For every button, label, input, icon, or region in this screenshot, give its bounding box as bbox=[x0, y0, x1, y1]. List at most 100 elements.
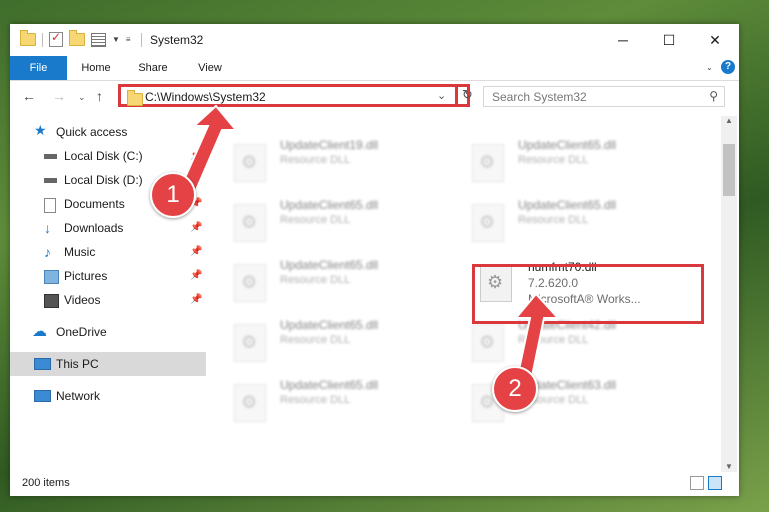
document-icon bbox=[44, 198, 56, 213]
details-view-icon[interactable] bbox=[690, 476, 704, 490]
address-divider bbox=[455, 87, 458, 104]
sidebar-item-label: Downloads bbox=[64, 221, 124, 235]
dll-file-icon bbox=[472, 144, 504, 182]
file-description: Resource DLL bbox=[280, 154, 351, 166]
window-title: System32 bbox=[150, 33, 204, 47]
scroll-up-icon[interactable]: ▲ bbox=[725, 116, 733, 125]
star-icon: ★ bbox=[34, 122, 47, 138]
file-description: Resource DLL bbox=[518, 154, 589, 166]
folder-icon[interactable] bbox=[20, 30, 36, 46]
list-item[interactable]: UpdateClient19.dll Resource DLL bbox=[218, 136, 448, 186]
step-1-badge: 1 bbox=[150, 172, 196, 218]
sidebar-item-label: Pictures bbox=[64, 269, 108, 283]
sidebar-item-this-pc[interactable]: This PC bbox=[10, 352, 206, 376]
list-item[interactable]: UpdateClient65.dll Resource DLL bbox=[456, 136, 686, 186]
pin-icon[interactable]: 📌 bbox=[190, 264, 202, 288]
sidebar-item-videos[interactable]: Videos 📌 bbox=[10, 288, 206, 312]
file-list: UpdateClient19.dll Resource DLL UpdateCl… bbox=[218, 116, 722, 472]
quick-access-toolbar: ▼ ≡ bbox=[20, 30, 131, 47]
file-name: UpdateClient65.dll bbox=[280, 318, 379, 332]
minimize-icon: ─ bbox=[618, 32, 628, 48]
title-divider bbox=[141, 33, 142, 47]
music-icon: ♪ bbox=[44, 244, 51, 260]
navigation-bar: ← → ⌄ ↑ C:\Windows\System32 ⌄ ↻ Search S… bbox=[10, 82, 739, 112]
search-box[interactable]: Search System32 ⚲ bbox=[483, 86, 725, 107]
list-item[interactable]: UpdateClient65.dll Resource DLL bbox=[218, 316, 448, 366]
list-item[interactable]: UpdateClient65.dll Resource DLL bbox=[218, 196, 448, 246]
drive-icon bbox=[44, 154, 57, 159]
item-count: 200 items bbox=[22, 477, 70, 489]
sidebar-item-label: Local Disk (C:) bbox=[64, 149, 143, 163]
customize-toolbar-icon[interactable]: ≡ bbox=[126, 35, 131, 44]
download-icon: ↓ bbox=[44, 220, 51, 236]
tab-view[interactable]: View bbox=[188, 56, 232, 80]
sidebar-item-label: Videos bbox=[64, 293, 101, 307]
sidebar-item-network[interactable]: Network bbox=[10, 384, 206, 408]
list-item[interactable]: UpdateClient65.dll Resource DLL bbox=[456, 196, 686, 246]
file-name: UpdateClient65.dll bbox=[280, 378, 379, 392]
scroll-down-icon[interactable]: ▼ bbox=[725, 462, 733, 471]
tab-home[interactable]: Home bbox=[74, 56, 118, 80]
back-icon[interactable]: ← bbox=[22, 88, 36, 104]
sidebar-item-label: Local Disk (D:) bbox=[64, 173, 143, 187]
ribbon: File Home Share View ⌄ ? bbox=[10, 56, 739, 81]
list-item[interactable]: UpdateClient65.dll Resource DLL bbox=[218, 256, 448, 306]
expand-ribbon-icon[interactable]: ⌄ bbox=[706, 63, 713, 72]
close-button[interactable]: ✕ bbox=[692, 24, 738, 56]
maximize-icon: ☐ bbox=[662, 31, 676, 48]
file-name: UpdateClient65.dll bbox=[280, 198, 379, 212]
vertical-scrollbar[interactable]: ▲ ▼ bbox=[721, 116, 737, 472]
new-folder-icon[interactable] bbox=[69, 30, 85, 46]
step-2-badge: 2 bbox=[492, 366, 538, 412]
videos-icon bbox=[44, 294, 59, 308]
properties-icon[interactable] bbox=[91, 32, 106, 47]
list-item[interactable]: UpdateClient65.dll Resource DLL bbox=[218, 376, 448, 426]
dll-file-icon bbox=[472, 204, 504, 242]
scrollbar-thumb[interactable] bbox=[723, 144, 735, 196]
file-description: Resource DLL bbox=[280, 334, 351, 346]
sidebar-item-pictures[interactable]: Pictures 📌 bbox=[10, 264, 206, 288]
help-icon[interactable]: ? bbox=[721, 60, 735, 74]
close-icon: ✕ bbox=[709, 31, 721, 48]
chevron-down-icon[interactable]: ▼ bbox=[112, 35, 120, 44]
file-description: Resource DLL bbox=[280, 394, 351, 406]
network-icon bbox=[34, 390, 51, 402]
tab-share[interactable]: Share bbox=[130, 56, 176, 80]
file-name: UpdateClient65.dll bbox=[280, 258, 379, 272]
recent-locations-icon[interactable]: ⌄ bbox=[78, 92, 86, 103]
chevron-down-icon[interactable]: ⌄ bbox=[437, 89, 446, 102]
sidebar-item-label: Music bbox=[64, 245, 96, 259]
search-icon[interactable]: ⚲ bbox=[709, 89, 718, 103]
explorer-window: ▼ ≡ System32 ─ ☐ ✕ File Home Share View … bbox=[10, 24, 739, 496]
dll-file-icon bbox=[234, 264, 266, 302]
cloud-icon: ☁ bbox=[32, 323, 47, 340]
file-name: UpdateClient65.dll bbox=[518, 198, 617, 212]
sidebar-item-music[interactable]: ♪ Music 📌 bbox=[10, 240, 206, 264]
file-description: Resource DLL bbox=[518, 214, 589, 226]
minimize-button[interactable]: ─ bbox=[600, 24, 646, 56]
properties-check-icon[interactable] bbox=[49, 30, 63, 47]
pin-icon[interactable]: 📌 bbox=[190, 288, 202, 312]
toolbar-divider bbox=[42, 32, 43, 47]
drive-icon bbox=[44, 178, 57, 183]
sidebar-item-label: Network bbox=[56, 389, 101, 403]
dll-file-icon bbox=[234, 324, 266, 362]
list-item[interactable]: UpdateClient63.dll Resource DLL bbox=[456, 376, 686, 426]
forward-icon[interactable]: → bbox=[52, 88, 66, 104]
maximize-button[interactable]: ☐ bbox=[646, 24, 692, 56]
up-icon[interactable]: ↑ bbox=[96, 88, 103, 104]
refresh-icon[interactable]: ↻ bbox=[462, 87, 473, 103]
tab-file[interactable]: File bbox=[10, 56, 67, 80]
file-description: Resource DLL bbox=[280, 214, 351, 226]
large-icons-view-icon[interactable] bbox=[708, 476, 722, 490]
file-description: Resource DLL bbox=[280, 274, 351, 286]
dll-file-icon bbox=[234, 384, 266, 422]
sidebar-item-label: This PC bbox=[56, 357, 99, 371]
sidebar-item-onedrive[interactable]: ☁ OneDrive bbox=[10, 320, 206, 344]
search-input[interactable]: Search System32 bbox=[492, 90, 587, 104]
file-name: UpdateClient19.dll bbox=[280, 138, 379, 152]
pin-icon[interactable]: 📌 bbox=[190, 240, 202, 264]
sidebar-item-label: OneDrive bbox=[56, 325, 107, 339]
status-bar: 200 items bbox=[10, 472, 739, 496]
file-name: UpdateClient65.dll bbox=[518, 138, 617, 152]
